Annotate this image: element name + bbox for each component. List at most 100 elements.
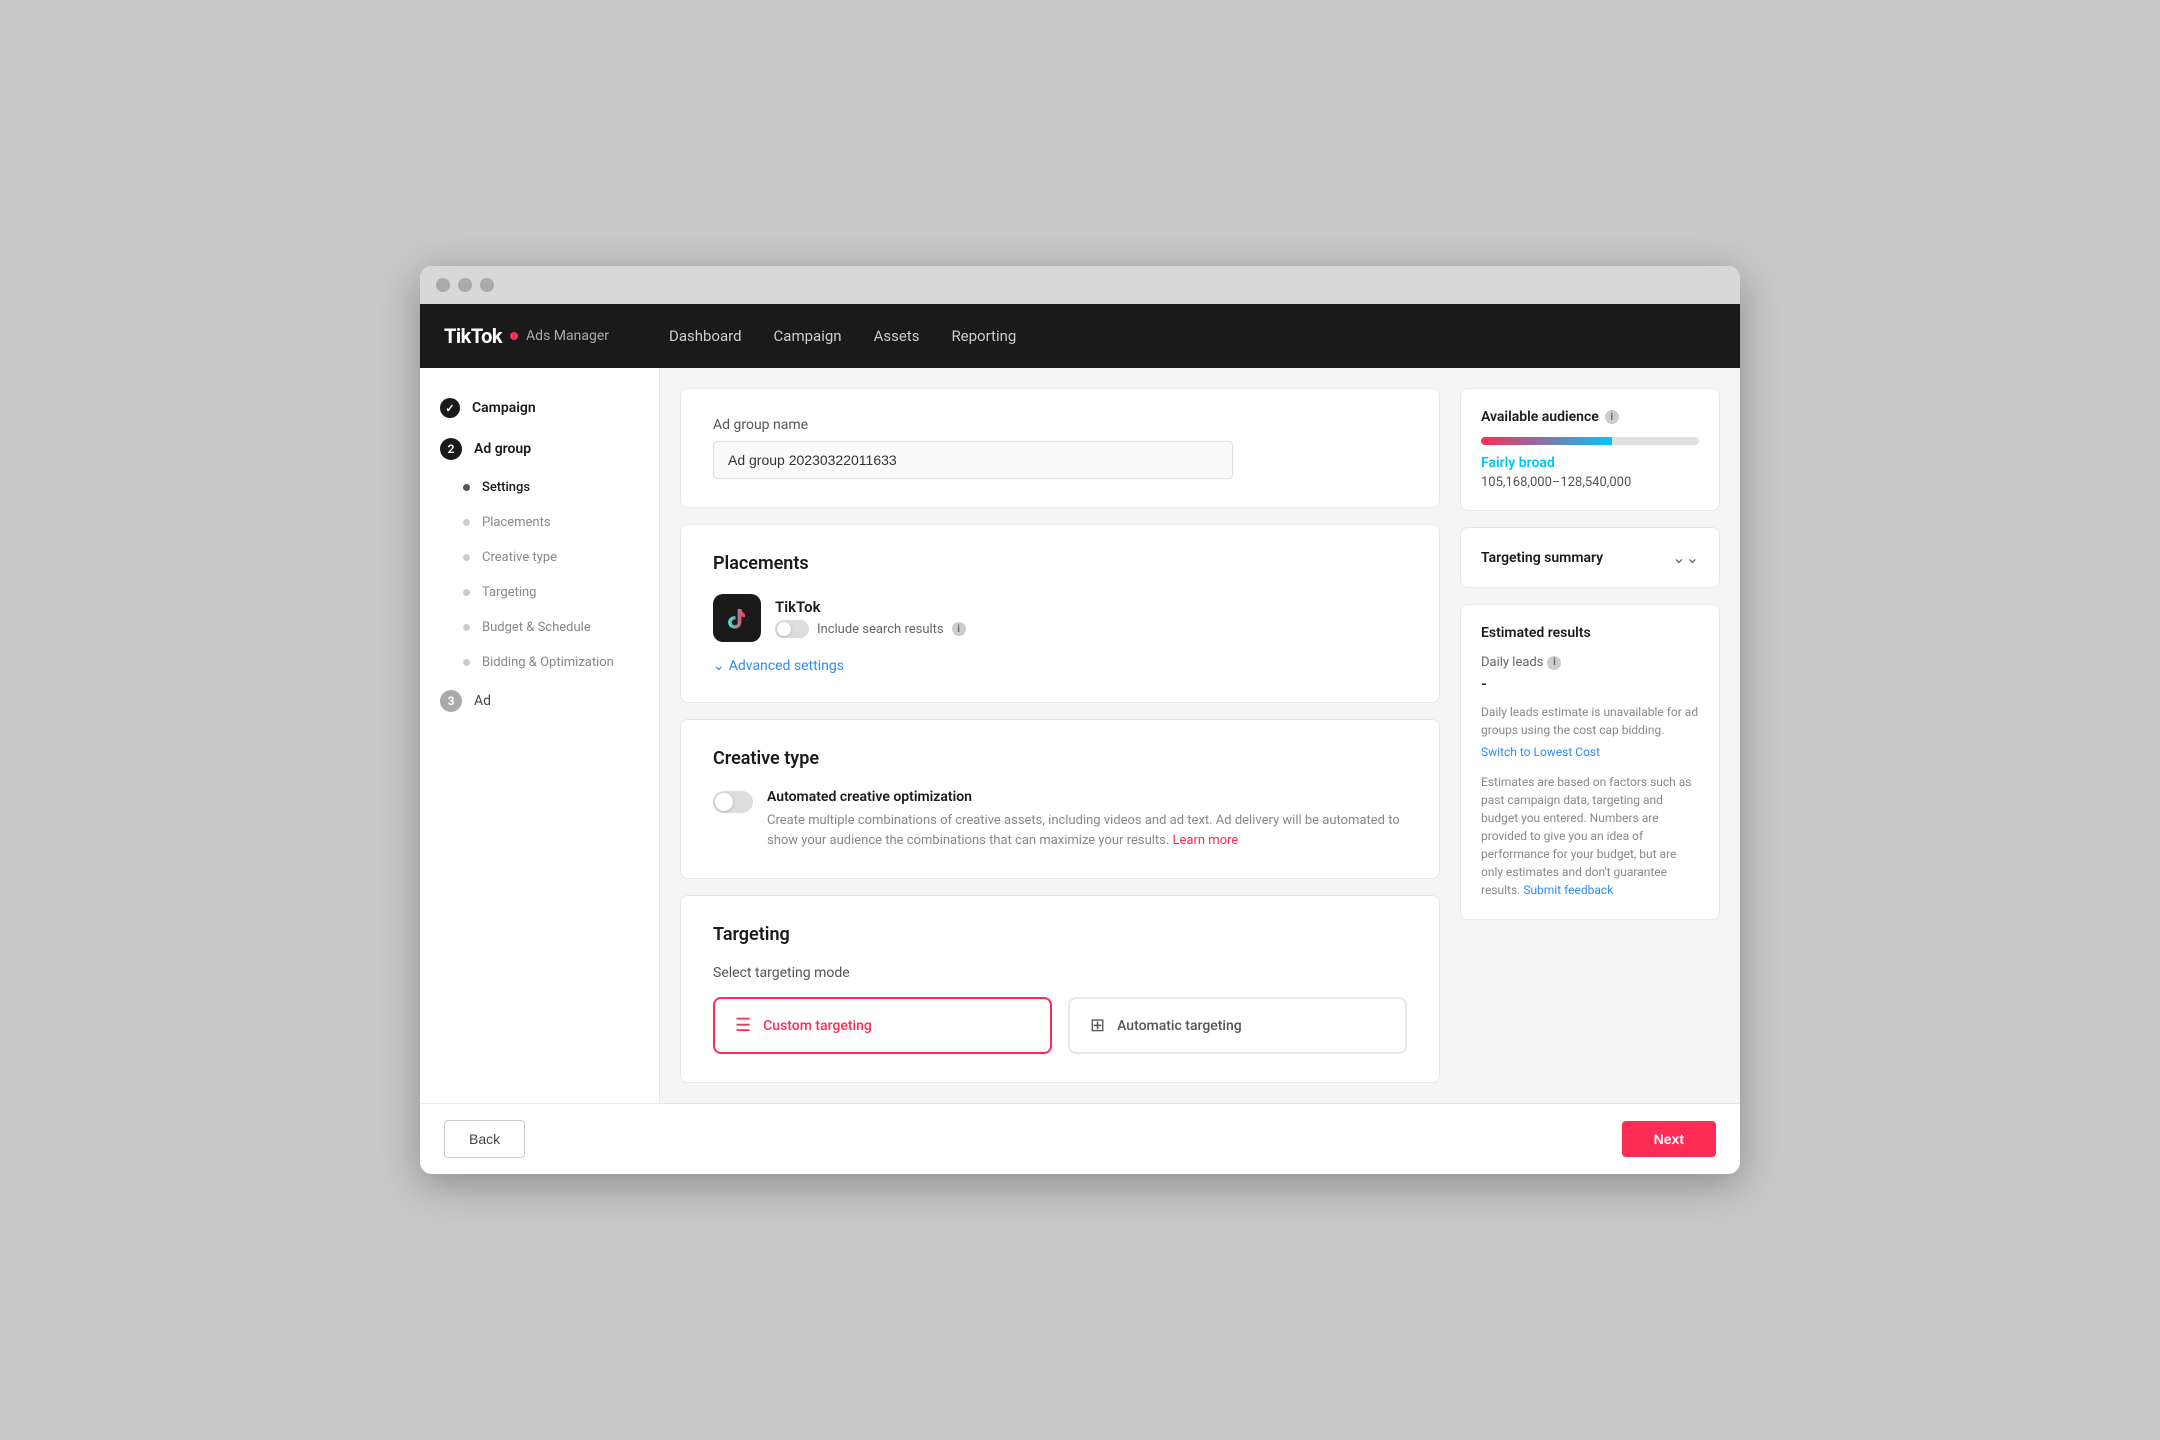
result-dash: - bbox=[1481, 674, 1699, 693]
ad-group-num-icon: 2 bbox=[440, 438, 462, 460]
targeting-dot-icon bbox=[463, 589, 470, 596]
available-audience-title: Available audience i bbox=[1481, 409, 1699, 425]
browser-dot-3 bbox=[480, 278, 494, 292]
automated-creative-section: Automated creative optimization Create m… bbox=[713, 789, 1407, 850]
ad-group-name-input[interactable] bbox=[713, 441, 1233, 479]
automated-creative-desc: Create multiple combinations of creative… bbox=[767, 811, 1407, 850]
bottom-bar: Back Next bbox=[420, 1103, 1740, 1174]
targeting-mode-row: ☰ Custom targeting ⊞ Automatic targeting bbox=[713, 997, 1407, 1054]
sidebar-targeting-label: Targeting bbox=[482, 585, 536, 600]
sidebar-settings-label: Settings bbox=[482, 480, 530, 495]
targeting-summary-chevron: ⌄⌄ bbox=[1672, 548, 1699, 567]
browser-window: TikTok Ads Manager Dashboard Campaign As… bbox=[420, 266, 1740, 1174]
sidebar: ✓ Campaign 2 Ad group Settings Placement… bbox=[420, 368, 660, 1103]
sidebar-placements-label: Placements bbox=[482, 515, 551, 530]
logo-sub: Ads Manager bbox=[526, 328, 609, 344]
automated-creative-toggle[interactable] bbox=[713, 791, 753, 813]
placements-title: Placements bbox=[713, 553, 1407, 574]
app-container: TikTok Ads Manager Dashboard Campaign As… bbox=[420, 304, 1740, 1174]
content-area: Ad group name Placements bbox=[660, 368, 1740, 1103]
automatic-targeting-label: Automatic targeting bbox=[1117, 1018, 1242, 1034]
automatic-targeting-icon: ⊞ bbox=[1090, 1015, 1105, 1036]
top-nav: TikTok Ads Manager Dashboard Campaign As… bbox=[420, 304, 1740, 368]
submit-feedback-link[interactable]: Submit feedback bbox=[1523, 883, 1613, 897]
automated-toggle-knob bbox=[715, 793, 733, 811]
include-search-row: Include search results i bbox=[775, 620, 966, 638]
sidebar-item-ad[interactable]: 3 Ad bbox=[420, 680, 659, 722]
logo-dot bbox=[510, 332, 518, 340]
campaign-check-icon: ✓ bbox=[440, 398, 460, 418]
targeting-title: Targeting bbox=[713, 924, 1407, 945]
estimates-note: Estimates are based on factors such as p… bbox=[1481, 773, 1699, 899]
sidebar-item-campaign-label: Campaign bbox=[472, 400, 536, 416]
custom-targeting-icon: ☰ bbox=[735, 1015, 751, 1036]
sidebar-item-bidding[interactable]: Bidding & Optimization bbox=[420, 645, 659, 680]
nav-assets[interactable]: Assets bbox=[874, 327, 920, 345]
sidebar-item-placements[interactable]: Placements bbox=[420, 505, 659, 540]
creative-type-title: Creative type bbox=[713, 748, 1407, 769]
include-search-toggle[interactable] bbox=[775, 620, 809, 638]
sidebar-ad-label: Ad bbox=[474, 693, 491, 709]
tiktok-icon bbox=[713, 594, 761, 642]
sidebar-item-targeting[interactable]: Targeting bbox=[420, 575, 659, 610]
sidebar-item-creative-type[interactable]: Creative type bbox=[420, 540, 659, 575]
learn-more-link[interactable]: Learn more bbox=[1173, 833, 1239, 848]
sidebar-item-ad-group-label: Ad group bbox=[474, 441, 531, 457]
advanced-settings-text: Advanced settings bbox=[729, 658, 844, 674]
creative-type-card: Creative type Automated creative optimiz… bbox=[680, 719, 1440, 879]
main-content: Ad group name Placements bbox=[680, 388, 1440, 1083]
sidebar-item-ad-group[interactable]: 2 Ad group bbox=[420, 428, 659, 470]
tiktok-platform-name: TikTok bbox=[775, 598, 966, 616]
sidebar-item-budget-schedule[interactable]: Budget & Schedule bbox=[420, 610, 659, 645]
browser-chrome bbox=[420, 266, 1740, 304]
targeting-summary-title: Targeting summary bbox=[1481, 550, 1603, 566]
sidebar-item-settings[interactable]: Settings bbox=[420, 470, 659, 505]
logo: TikTok Ads Manager bbox=[444, 324, 609, 348]
audience-info-icon[interactable]: i bbox=[1605, 410, 1619, 424]
bidding-dot-icon bbox=[463, 659, 470, 666]
targeting-summary-card: Targeting summary ⌄⌄ bbox=[1460, 527, 1720, 588]
placement-info: TikTok Include search results i bbox=[775, 598, 966, 638]
browser-dot-1 bbox=[436, 278, 450, 292]
targeting-card: Targeting Select targeting mode ☰ Custom… bbox=[680, 895, 1440, 1083]
automated-creative-text: Automated creative optimization Create m… bbox=[767, 789, 1407, 850]
nav-reporting[interactable]: Reporting bbox=[951, 327, 1016, 345]
custom-targeting-option[interactable]: ☰ Custom targeting bbox=[713, 997, 1052, 1054]
sidebar-budget-label: Budget & Schedule bbox=[482, 620, 591, 635]
back-button[interactable]: Back bbox=[444, 1120, 525, 1158]
main-layout: ✓ Campaign 2 Ad group Settings Placement… bbox=[420, 368, 1740, 1103]
estimated-results-card: Estimated results Daily leads i - Daily … bbox=[1460, 604, 1720, 920]
include-search-label: Include search results bbox=[817, 622, 944, 637]
daily-leads-label: Daily leads i bbox=[1481, 655, 1699, 670]
sidebar-creative-type-label: Creative type bbox=[482, 550, 557, 565]
audience-breadth: Fairly broad bbox=[1481, 455, 1699, 471]
next-button[interactable]: Next bbox=[1622, 1121, 1716, 1157]
result-note: Daily leads estimate is unavailable for … bbox=[1481, 703, 1699, 739]
browser-dot-2 bbox=[458, 278, 472, 292]
advanced-settings-link[interactable]: ⌄ Advanced settings bbox=[713, 658, 1407, 674]
nav-dashboard[interactable]: Dashboard bbox=[669, 327, 742, 345]
toggle-knob bbox=[777, 622, 791, 636]
ad-group-name-card: Ad group name bbox=[680, 388, 1440, 508]
switch-to-lowest-cost-link[interactable]: Switch to Lowest Cost bbox=[1481, 745, 1699, 759]
audience-range: 105,168,000–128,540,000 bbox=[1481, 475, 1699, 490]
right-panel: Available audience i Fairly broad 105,16… bbox=[1460, 388, 1720, 1083]
audience-bar bbox=[1481, 437, 1699, 445]
search-info-icon[interactable]: i bbox=[952, 622, 966, 636]
sidebar-item-campaign[interactable]: ✓ Campaign bbox=[420, 388, 659, 428]
estimated-results-title: Estimated results bbox=[1481, 625, 1699, 641]
available-audience-card: Available audience i Fairly broad 105,16… bbox=[1460, 388, 1720, 511]
logo-text: TikTok bbox=[444, 324, 502, 348]
automated-creative-title: Automated creative optimization bbox=[767, 789, 1407, 805]
targeting-summary-header[interactable]: Targeting summary ⌄⌄ bbox=[1481, 548, 1699, 567]
automatic-targeting-option[interactable]: ⊞ Automatic targeting bbox=[1068, 997, 1407, 1054]
nav-campaign[interactable]: Campaign bbox=[774, 327, 842, 345]
nav-links: Dashboard Campaign Assets Reporting bbox=[669, 327, 1016, 345]
daily-leads-info-icon[interactable]: i bbox=[1547, 656, 1561, 670]
creative-type-dot-icon bbox=[463, 554, 470, 561]
sidebar-bidding-label: Bidding & Optimization bbox=[482, 655, 614, 670]
ad-group-name-label: Ad group name bbox=[713, 417, 1407, 433]
placements-card: Placements bbox=[680, 524, 1440, 703]
chevron-down-icon: ⌄ bbox=[713, 658, 725, 674]
settings-dot-icon bbox=[463, 484, 470, 491]
